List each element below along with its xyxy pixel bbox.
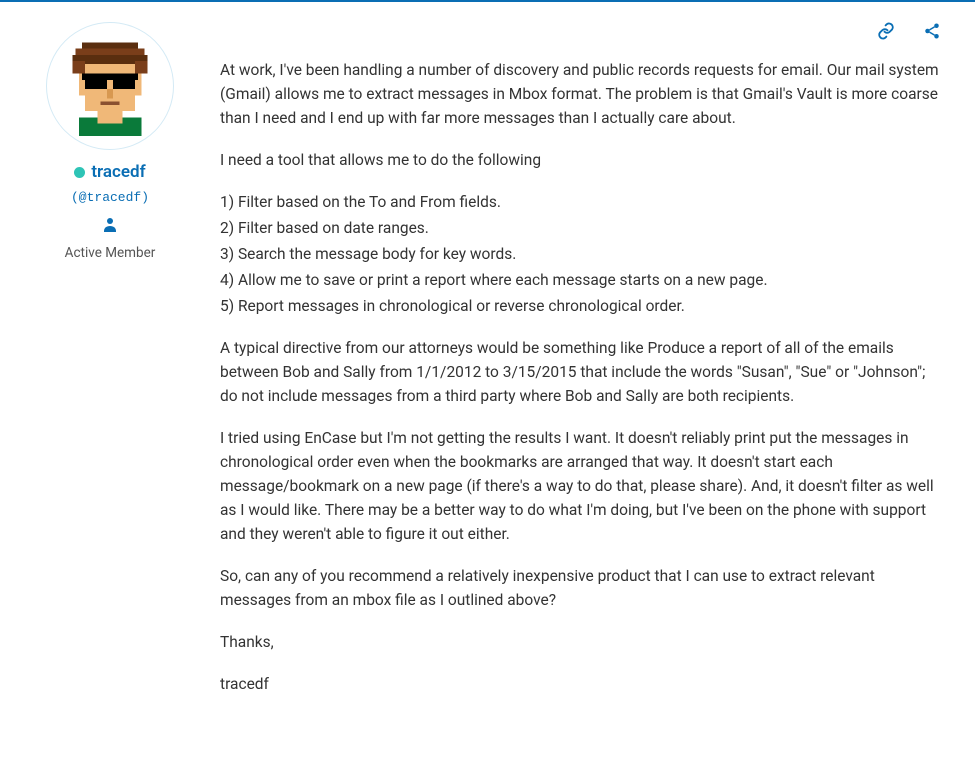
user-sidebar: tracedf (@tracedf) Active Member: [30, 22, 210, 714]
post-paragraph: At work, I've been handling a number of …: [220, 58, 945, 130]
share-icon: [923, 22, 941, 40]
post-paragraph: Thanks,: [220, 630, 945, 654]
post-requirements-list: 1) Filter based on the To and From field…: [220, 190, 945, 318]
post-paragraph: I need a tool that allows me to do the f…: [220, 148, 945, 172]
username-row: tracedf: [30, 160, 190, 186]
list-item: 2) Filter based on date ranges.: [220, 216, 945, 240]
list-item: 4) Allow me to save or print a report wh…: [220, 268, 945, 292]
permalink-button[interactable]: [877, 22, 895, 40]
list-item: 5) Report messages in chronological or r…: [220, 294, 945, 318]
post-signature: tracedf: [220, 672, 945, 696]
post-paragraph: I tried using EnCase but I'm not getting…: [220, 426, 945, 546]
post-paragraph: So, can any of you recommend a relativel…: [220, 564, 945, 612]
username-link[interactable]: tracedf: [91, 160, 145, 186]
person-icon: [30, 215, 190, 241]
list-item: 1) Filter based on the To and From field…: [220, 190, 945, 214]
forum-post: tracedf (@tracedf) Active Member: [0, 0, 975, 734]
list-item: 3) Search the message body for key words…: [220, 242, 945, 266]
post-paragraph: A typical directive from our attorneys w…: [220, 336, 945, 408]
post-toolbar: [220, 22, 945, 40]
post-body: At work, I've been handling a number of …: [220, 58, 945, 696]
user-role: Active Member: [30, 243, 190, 263]
user-handle: (@tracedf): [30, 188, 190, 208]
online-status-icon: [74, 167, 85, 178]
link-icon: [877, 22, 895, 40]
avatar-image: [60, 36, 160, 136]
post-content-column: At work, I've been handling a number of …: [210, 22, 945, 714]
share-button[interactable]: [923, 22, 941, 40]
avatar[interactable]: [46, 22, 174, 150]
